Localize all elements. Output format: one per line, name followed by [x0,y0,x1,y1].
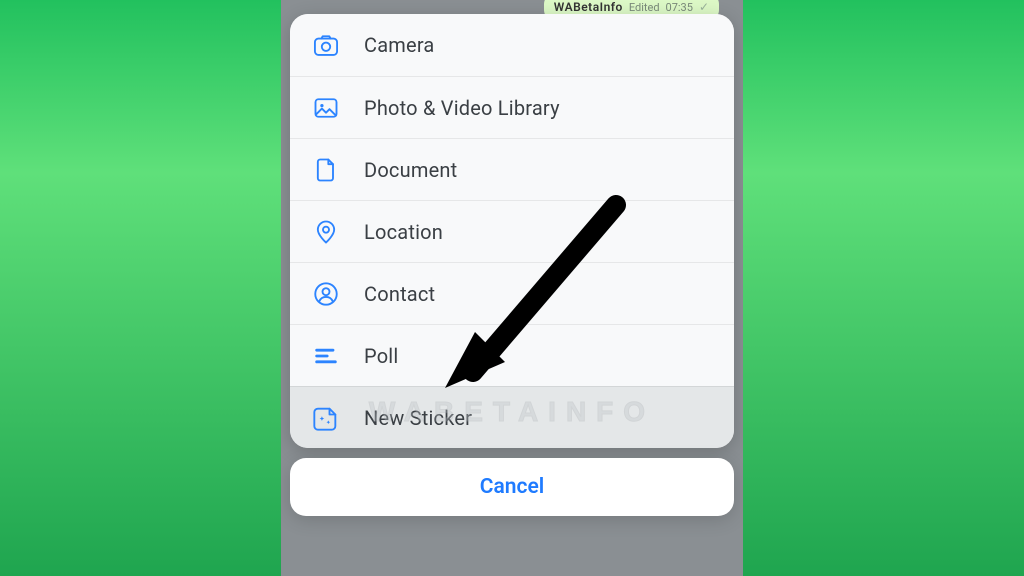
menu-item-label: Poll [364,344,398,368]
menu-item-label: Document [364,158,457,182]
delivered-tick-icon: ✓ [699,0,709,14]
photo-library-icon [310,92,342,124]
location-icon [310,216,342,248]
menu-item-location[interactable]: Location [290,200,734,262]
chat-edited-label: Edited [629,1,660,14]
document-icon [310,154,342,186]
menu-item-camera[interactable]: Camera [290,14,734,76]
menu-item-photo-video-library[interactable]: Photo & Video Library [290,76,734,138]
menu-item-label: Camera [364,33,435,57]
menu-item-label: Location [364,220,443,244]
menu-item-contact[interactable]: Contact [290,262,734,324]
poll-icon [310,340,342,372]
menu-item-label: New Sticker [364,406,472,430]
menu-item-label: Photo & Video Library [364,96,560,120]
chat-time-label: 07:35 [666,1,693,14]
menu-item-poll[interactable]: Poll [290,324,734,386]
sticker-icon [310,402,342,434]
menu-item-document[interactable]: Document [290,138,734,200]
phone-viewport: WABetaInfo Edited 07:35 ✓ Camera [281,0,743,576]
chat-source-label: WABetaInfo [554,0,623,14]
cancel-button-label: Cancel [480,475,544,499]
cancel-button[interactable]: Cancel [290,458,734,516]
cancel-wrap: Cancel [290,458,734,516]
attachment-action-sheet: Camera Photo & Video Library Document [290,14,734,448]
contact-icon [310,278,342,310]
camera-icon [310,29,342,61]
menu-item-new-sticker[interactable]: New Sticker [290,386,734,448]
menu-item-label: Contact [364,282,435,306]
